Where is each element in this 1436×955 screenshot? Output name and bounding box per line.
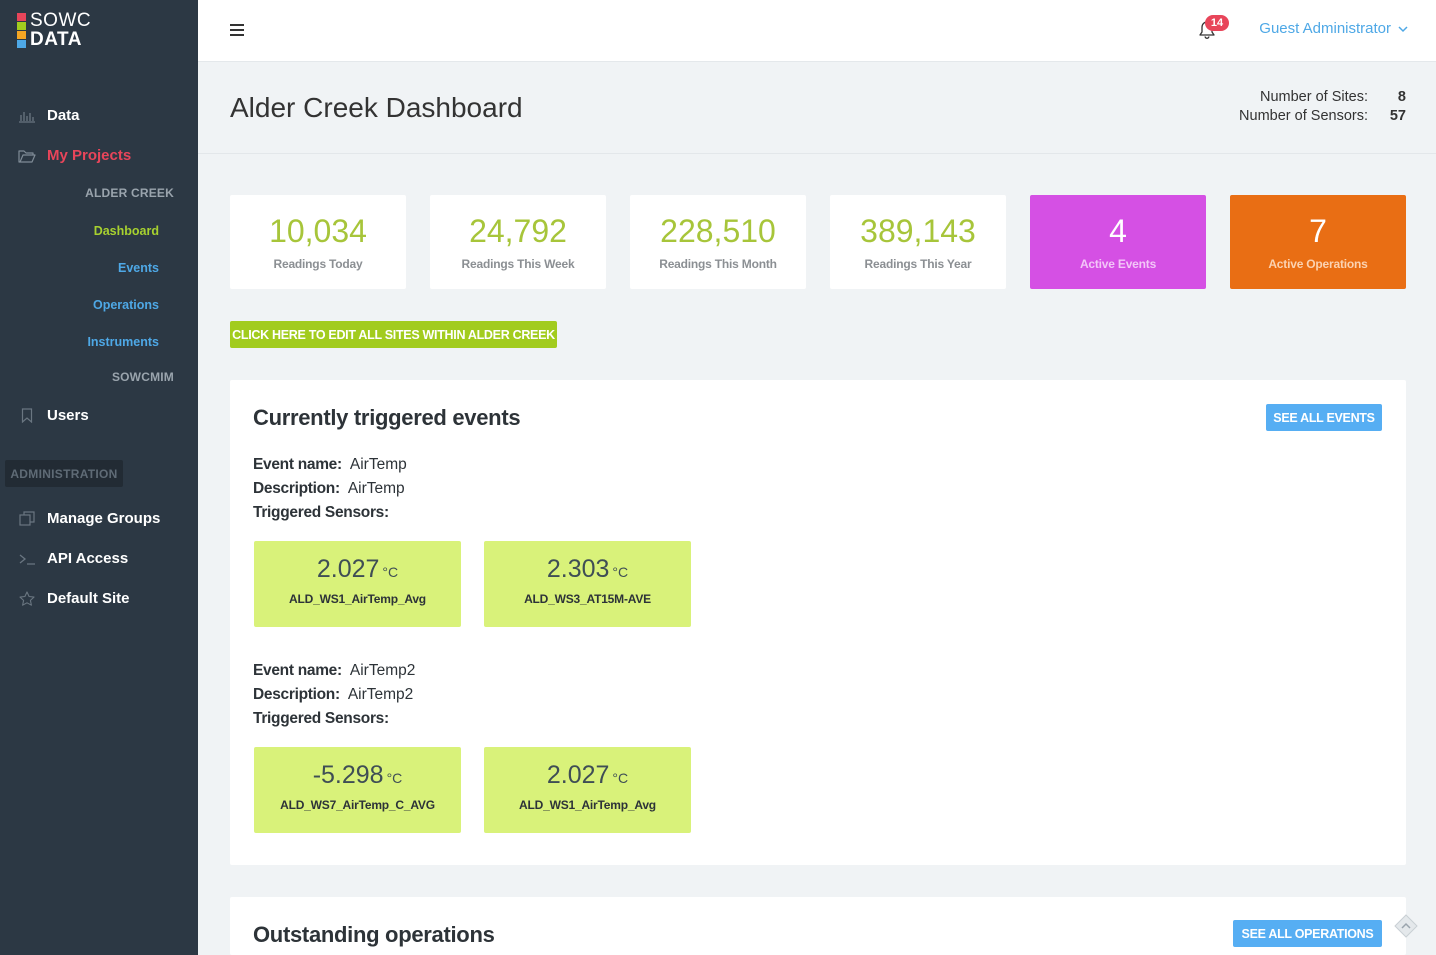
administration-label: ADMINISTRATION xyxy=(5,460,123,487)
stat-card-active-operations[interactable]: 7 Active Operations xyxy=(1230,195,1406,289)
sidebar-project-sowcmim[interactable]: SOWCMIM xyxy=(112,370,174,384)
stat-value: 24,792 xyxy=(469,213,567,249)
stat-value: 10,034 xyxy=(269,213,367,249)
hamburger-menu-icon[interactable] xyxy=(230,24,244,36)
event-name: AirTemp xyxy=(349,456,407,473)
stat-label: Readings This Year xyxy=(864,257,972,271)
logo-text: SOWC DATA xyxy=(30,11,91,50)
sidebar-item-label: Default Site xyxy=(47,590,130,607)
sidebar-item-label: Manage Groups xyxy=(47,510,161,527)
sidebar-sub-operations[interactable]: Operations xyxy=(93,298,159,312)
event-description-label: Description: xyxy=(253,480,340,497)
sensor-unit: °C xyxy=(612,564,629,580)
stat-card-readings-month: 228,510 Readings This Month xyxy=(630,195,806,289)
chevron-down-icon xyxy=(1398,25,1408,32)
see-all-events-button[interactable]: SEE ALL EVENTS xyxy=(1266,404,1382,431)
page-title: Alder Creek Dashboard xyxy=(230,92,523,123)
triggered-sensors-label: Triggered Sensors: xyxy=(253,504,389,521)
outstanding-operations-panel: Outstanding operations SEE ALL OPERATION… xyxy=(230,897,1406,955)
sites-value: 8 xyxy=(1397,89,1406,105)
sidebar-item-label: API Access xyxy=(47,550,129,567)
triggered-events-panel: Currently triggered events SEE ALL EVENT… xyxy=(230,380,1406,865)
event-item: Event name: AirTemp Description: AirTemp T… xyxy=(253,453,407,525)
stat-label: Readings Today xyxy=(273,257,363,271)
sensor-card[interactable]: 2.303 °C ALD_WS3_AT15M-AVE xyxy=(484,541,691,627)
sensor-card[interactable]: 2.027 °C ALD_WS1_AirTemp_Avg xyxy=(254,541,461,627)
sidebar-sub-events[interactable]: Events xyxy=(118,261,159,275)
event-description: AirTemp xyxy=(347,480,405,497)
sidebar-sub-dashboard[interactable]: Dashboard xyxy=(94,224,159,238)
stat-card-readings-year: 389,143 Readings This Year xyxy=(830,195,1006,289)
sidebar-item-label: Data xyxy=(47,107,80,124)
sensor-value: -5.298 xyxy=(312,761,384,789)
event-description: AirTemp2 xyxy=(347,686,414,703)
bookmark-icon xyxy=(17,408,37,424)
stat-label: Readings This Month xyxy=(659,257,777,271)
stat-label: Active Events xyxy=(1079,257,1157,271)
stat-value: 389,143 xyxy=(860,213,976,249)
stat-value: 7 xyxy=(1309,213,1327,249)
logo-line1: SOWC xyxy=(30,10,92,31)
sidebar-item-users[interactable]: Users xyxy=(17,407,89,424)
sidebar-item-label: Users xyxy=(47,407,89,424)
stat-label: Readings This Week xyxy=(461,257,575,271)
sensors-value: 57 xyxy=(1389,108,1406,124)
user-menu[interactable]: Guest Administrator xyxy=(1259,20,1408,37)
event-name-label: Event name: xyxy=(253,456,342,473)
sensor-unit: °C xyxy=(612,770,629,786)
logo-mark-icon xyxy=(17,13,26,49)
sidebar-item-label: My Projects xyxy=(47,147,132,164)
sensor-unit: °C xyxy=(382,564,399,580)
stat-card-active-events[interactable]: 4 Active Events xyxy=(1030,195,1206,289)
event-name: AirTemp2 xyxy=(349,662,416,679)
sidebar: SOWC DATA Data My Projects ALDER CREEK D… xyxy=(0,0,198,955)
sidebar-project-alder-creek[interactable]: ALDER CREEK xyxy=(85,186,174,200)
sensor-name: ALD_WS3_AT15M-AVE xyxy=(524,592,651,606)
star-icon xyxy=(17,591,37,607)
sidebar-item-data[interactable]: Data xyxy=(17,107,80,124)
stat-card-readings-today: 10,034 Readings Today xyxy=(230,195,406,289)
sidebar-item-manage-groups[interactable]: Manage Groups xyxy=(17,510,160,527)
sensors-label: Number of Sensors: xyxy=(1239,108,1368,124)
see-all-operations-button[interactable]: SEE ALL OPERATIONS xyxy=(1233,920,1382,947)
event-name-label: Event name: xyxy=(253,662,342,679)
terminal-icon xyxy=(17,551,37,567)
sidebar-sub-instruments[interactable]: Instruments xyxy=(87,335,159,349)
sensor-unit: °C xyxy=(386,770,403,786)
folder-open-icon xyxy=(17,148,37,164)
notification-count-badge[interactable]: 14 xyxy=(1205,15,1229,31)
copy-icon xyxy=(17,511,37,527)
top-bar: 14 Guest Administrator xyxy=(198,0,1436,62)
sensor-value: 2.303 xyxy=(546,555,610,583)
sensor-value: 2.027 xyxy=(316,555,380,583)
page-header: Alder Creek Dashboard Number of Sites: 8… xyxy=(198,62,1436,154)
user-name: Guest Administrator xyxy=(1259,20,1391,37)
bar-chart-icon xyxy=(17,108,37,124)
sensor-name: ALD_WS7_AirTemp_C_AVG xyxy=(280,798,435,812)
panel-title: Outstanding operations xyxy=(253,922,495,947)
sensor-name: ALD_WS1_AirTemp_Avg xyxy=(519,798,656,812)
stat-value: 4 xyxy=(1109,213,1127,249)
sidebar-item-my-projects[interactable]: My Projects xyxy=(17,147,131,164)
sensor-name: ALD_WS1_AirTemp_Avg xyxy=(289,592,426,606)
sidebar-item-api-access[interactable]: API Access xyxy=(17,550,128,567)
sensor-card[interactable]: -5.298 °C ALD_WS7_AirTemp_C_AVG xyxy=(254,747,461,833)
stat-label: Active Operations xyxy=(1268,257,1368,271)
event-item: Event name: AirTemp2 Description: AirTemp2… xyxy=(253,659,415,731)
logo-line2: DATA xyxy=(30,29,82,50)
sensor-card[interactable]: 2.027 °C ALD_WS1_AirTemp_Avg xyxy=(484,747,691,833)
sensor-value: 2.027 xyxy=(546,761,610,789)
scroll-top-icon[interactable] xyxy=(1393,913,1419,939)
site-stats: Number of Sites: 8 Number of Sensors: 57 xyxy=(1239,88,1406,126)
sidebar-item-default-site[interactable]: Default Site xyxy=(17,590,130,607)
sites-label: Number of Sites: xyxy=(1260,89,1368,105)
stat-value: 228,510 xyxy=(660,213,776,249)
triggered-sensors-label: Triggered Sensors: xyxy=(253,710,389,727)
event-description-label: Description: xyxy=(253,686,340,703)
panel-title: Currently triggered events xyxy=(253,405,521,430)
stat-card-readings-week: 24,792 Readings This Week xyxy=(430,195,606,289)
edit-all-sites-button[interactable]: CLICK HERE TO EDIT ALL SITES WITHIN ALDE… xyxy=(230,321,557,348)
